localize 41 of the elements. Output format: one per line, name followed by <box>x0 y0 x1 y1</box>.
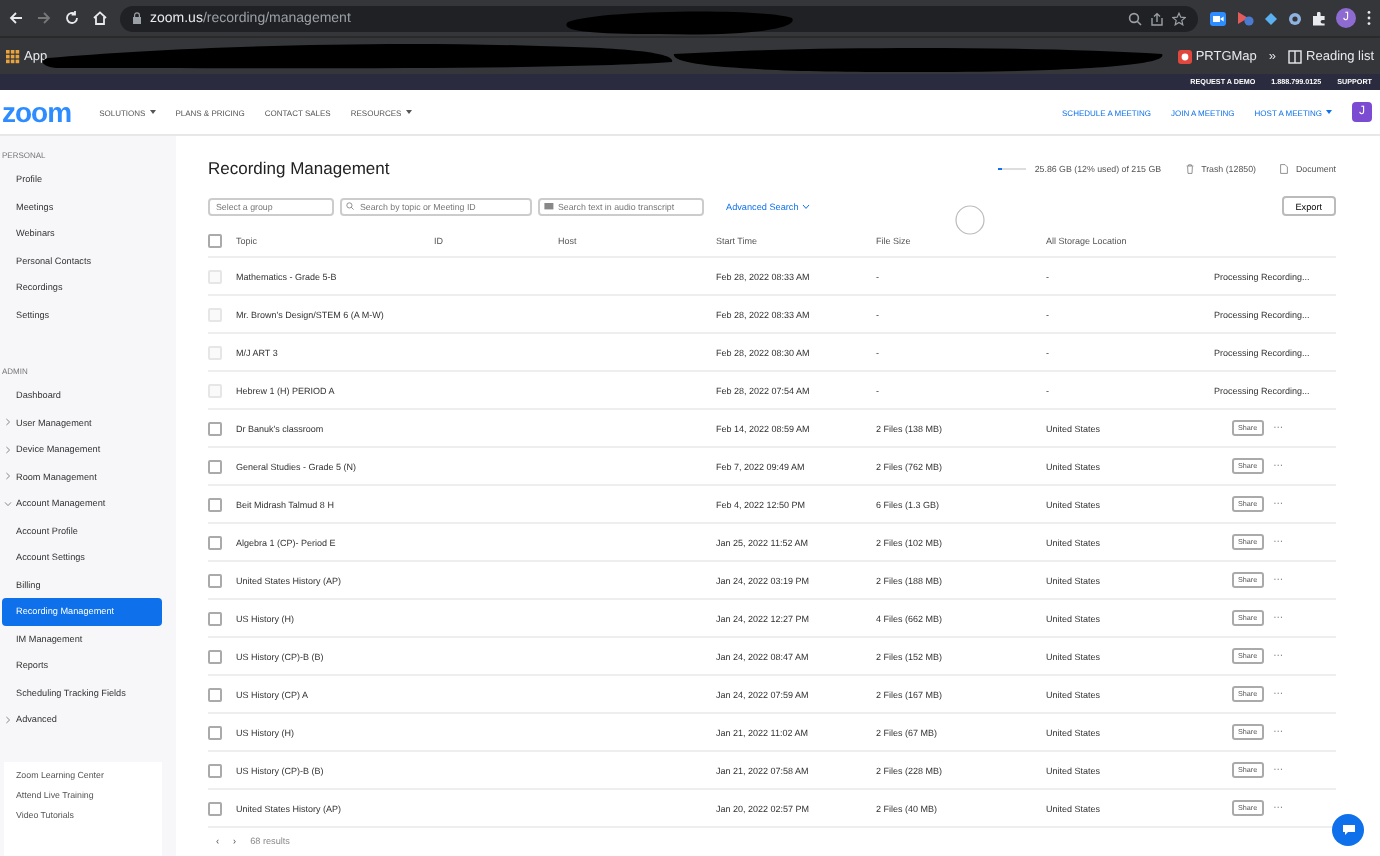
chevron-down-icon <box>802 203 811 209</box>
row-checkbox[interactable] <box>208 687 222 701</box>
puzzle-icon <box>1312 11 1326 25</box>
chevron-icon <box>4 445 12 454</box>
document-icon <box>1279 163 1288 173</box>
row-checkbox[interactable] <box>208 611 222 625</box>
home-icon <box>92 10 108 26</box>
apps-grid-icon <box>6 49 20 63</box>
select-all-checkbox[interactable] <box>208 234 222 248</box>
share-icon <box>1150 11 1164 25</box>
transcript-icon <box>544 202 554 210</box>
diamond-icon <box>1264 11 1278 25</box>
trash-icon <box>1185 163 1194 173</box>
lock-icon <box>132 12 142 24</box>
row-checkbox[interactable] <box>208 497 222 511</box>
page-title: Recording Management <box>208 158 390 178</box>
forward-icon <box>36 10 52 26</box>
row-checkbox[interactable] <box>208 535 222 549</box>
loading-spinner-icon <box>954 204 986 236</box>
chevron-icon <box>4 472 12 481</box>
row-checkbox[interactable] <box>208 649 222 663</box>
chevron-icon <box>4 715 12 724</box>
camera-extension-icon <box>1210 11 1226 25</box>
chevron-icon <box>4 418 12 427</box>
row-checkbox[interactable] <box>208 421 222 435</box>
star-icon <box>1172 11 1186 25</box>
back-icon <box>8 10 24 26</box>
menu-icon <box>1366 10 1372 26</box>
row-checkbox[interactable] <box>208 763 222 777</box>
chat-button[interactable] <box>1332 814 1364 846</box>
extension-badge-icon <box>1236 10 1254 26</box>
chat-icon <box>1341 824 1355 836</box>
row-checkbox[interactable] <box>208 573 222 587</box>
reading-list-icon <box>1288 49 1303 63</box>
zoom-lens-icon <box>1128 11 1142 25</box>
row-checkbox[interactable] <box>208 725 222 739</box>
row-checkbox[interactable] <box>208 801 222 815</box>
reload-icon <box>64 10 80 26</box>
row-checkbox[interactable] <box>208 459 222 473</box>
search-icon <box>346 202 354 210</box>
site-favicon-icon <box>1177 49 1192 63</box>
